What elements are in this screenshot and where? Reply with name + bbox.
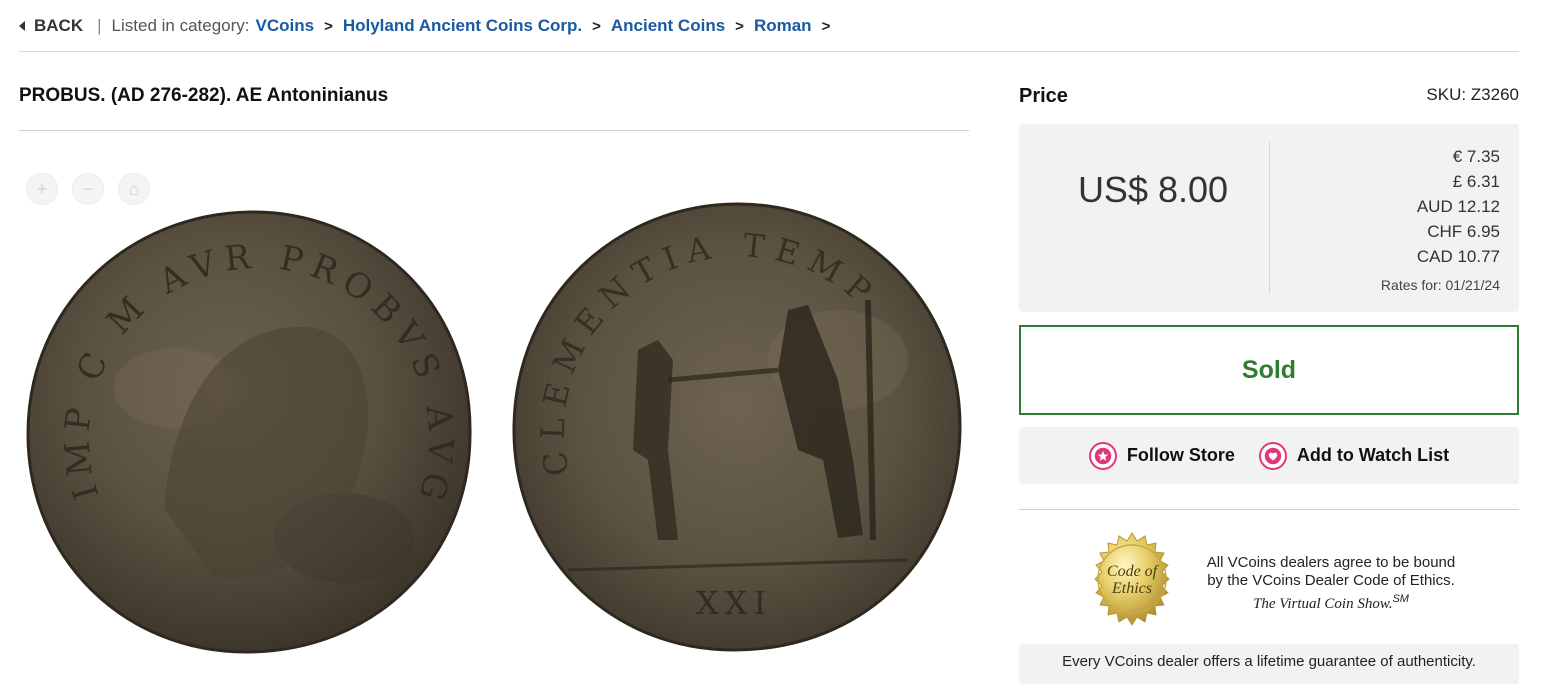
breadcrumb-link-roman[interactable]: Roman xyxy=(754,16,812,36)
ethics-statement: All VCoins dealers agree to be bound by … xyxy=(1200,554,1462,613)
breadcrumb-link-vcoins[interactable]: VCoins xyxy=(256,16,315,36)
exergue-mark: XXI xyxy=(696,584,772,622)
service-mark: SM xyxy=(1392,593,1409,605)
code-of-ethics-seal: Code of Ethics xyxy=(1084,531,1180,632)
seal-line-2: Ethics xyxy=(1111,580,1152,597)
chevron-right-icon: > xyxy=(821,17,831,35)
guarantee-text: Every VCoins dealer offers a lifetime gu… xyxy=(1062,653,1476,670)
ethics-divider xyxy=(1019,509,1519,510)
follow-store-button[interactable]: Follow Store xyxy=(1088,441,1235,470)
back-arrow-icon xyxy=(19,21,25,31)
breadcrumb-link-store[interactable]: Holyland Ancient Coins Corp. xyxy=(343,16,582,36)
zoom-in-icon[interactable]: + xyxy=(26,173,58,205)
back-button[interactable]: BACK xyxy=(19,16,83,36)
home-icon[interactable]: ⌂ xyxy=(118,173,150,205)
coin-obverse-image[interactable]: IMP C M AVR PROBVS AVG xyxy=(24,208,476,656)
rates-date: Rates for: 01/21/24 xyxy=(1380,277,1500,293)
currency-rates: € 7.35 £ 6.31 AUD 12.12 CHF 6.95 CAD 10.… xyxy=(1381,144,1500,298)
chevron-right-icon: > xyxy=(324,17,333,35)
add-to-watch-list-button[interactable]: Add to Watch List xyxy=(1258,441,1450,470)
chevron-right-icon: > xyxy=(735,17,744,35)
main-price: US$ 8.00 xyxy=(1077,169,1229,210)
ethics-line-3: The Virtual Coin Show. xyxy=(1253,596,1393,612)
seal-line-1: Code of xyxy=(1107,563,1160,580)
store-actions: Follow Store Add to Watch List xyxy=(1019,427,1519,484)
sold-status-button: Sold xyxy=(1019,325,1519,415)
price-divider xyxy=(1269,142,1270,294)
rate-chf: CHF 6.95 xyxy=(1427,222,1500,241)
breadcrumb-link-ancient-coins[interactable]: Ancient Coins xyxy=(611,16,725,36)
follow-store-label: Follow Store xyxy=(1126,445,1235,465)
ethics-line-1: All VCoins dealers agree to be bound xyxy=(1206,554,1456,571)
zoom-out-icon[interactable]: − xyxy=(72,173,104,205)
guarantee-banner: Every VCoins dealer offers a lifetime gu… xyxy=(1019,644,1519,684)
coin-reverse-image[interactable]: CLEMENTIA TEMP XXI xyxy=(508,200,966,654)
ethics-line-2: by the VCoins Dealer Code of Ethics. xyxy=(1207,572,1455,589)
title-divider xyxy=(19,130,969,131)
breadcrumb-separator: | xyxy=(97,16,102,35)
product-title: PROBUS. (AD 276-282). AE Antoninianus xyxy=(19,85,389,106)
sku-label: SKU: Z3260 xyxy=(1426,85,1519,104)
rate-eur: € 7.35 xyxy=(1452,147,1500,166)
price-heading: Price xyxy=(1019,85,1068,107)
rate-gbp: £ 6.31 xyxy=(1452,172,1500,191)
image-zoom-controls: + − ⌂ xyxy=(26,173,150,205)
rate-cad: CAD 10.77 xyxy=(1416,247,1500,266)
star-icon xyxy=(1088,441,1117,470)
header-divider xyxy=(19,51,1519,52)
heart-icon xyxy=(1258,441,1287,470)
watch-list-label: Add to Watch List xyxy=(1296,445,1450,465)
rate-aud: AUD 12.12 xyxy=(1416,197,1500,216)
chevron-right-icon: > xyxy=(592,17,601,35)
back-label: BACK xyxy=(34,16,84,35)
breadcrumb-prefix: Listed in category: xyxy=(111,16,250,35)
breadcrumb: BACK | Listed in category: VCoins > Holy… xyxy=(19,13,840,39)
price-panel: US$ 8.00 € 7.35 £ 6.31 AUD 12.12 CHF 6.9… xyxy=(1019,124,1519,312)
